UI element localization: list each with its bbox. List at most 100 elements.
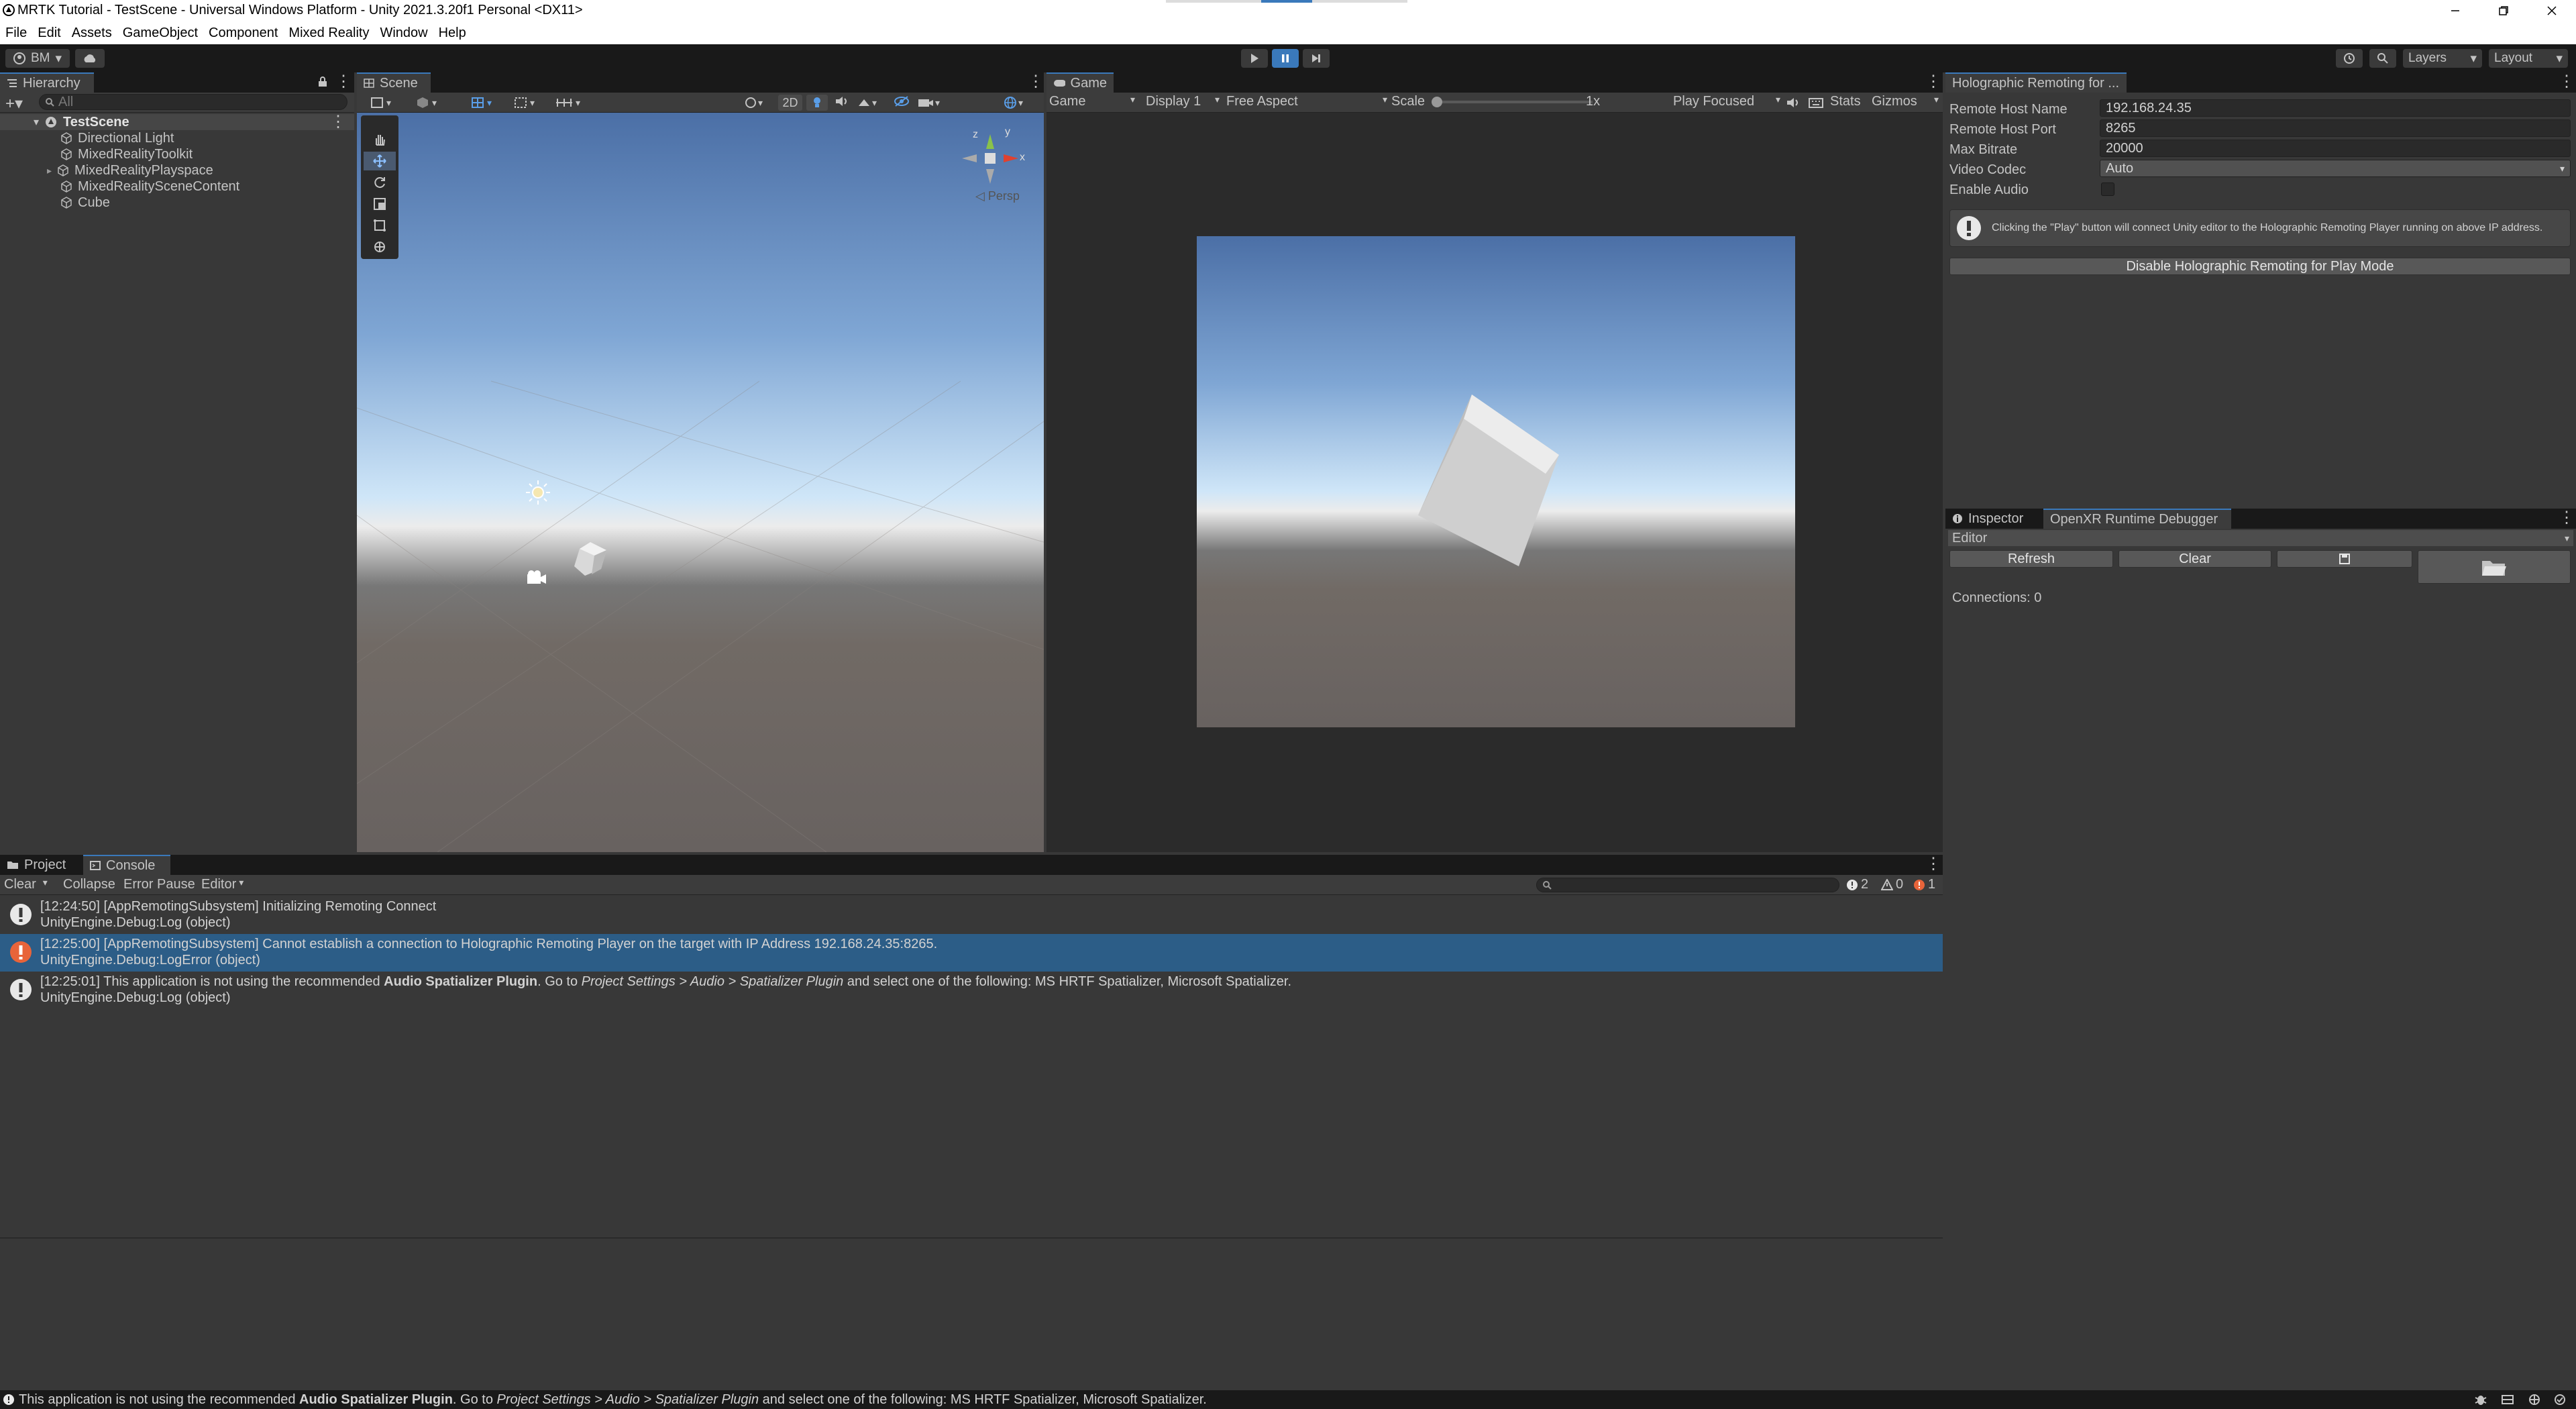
max-bitrate-input[interactable]: 20000 xyxy=(2100,140,2571,157)
lighting-toggle[interactable] xyxy=(806,95,828,111)
more-options-icon[interactable]: ⋮ xyxy=(2559,74,2575,90)
collapse-toggle[interactable]: Collapse xyxy=(63,877,115,892)
menu-assets[interactable]: Assets xyxy=(72,25,112,41)
console-search-input[interactable] xyxy=(1536,878,1839,892)
lock-icon[interactable] xyxy=(318,76,327,87)
hierarchy-item[interactable]: ▸ MixedRealityPlayspace xyxy=(47,162,213,178)
progress-check-icon[interactable] xyxy=(2553,1394,2567,1406)
display-dropdown[interactable]: Display 1 ▾ xyxy=(1146,94,1220,109)
game-mode-dropdown[interactable]: Game ▾ xyxy=(1049,94,1135,109)
rotate-tool-button[interactable] xyxy=(364,173,396,192)
status-bar[interactable]: This application is not using the recomm… xyxy=(0,1390,2576,1409)
cache-icon[interactable] xyxy=(2501,1394,2514,1406)
tab-holographic-remoting[interactable]: Holographic Remoting for ... xyxy=(1945,72,2127,93)
close-window-button[interactable] xyxy=(2528,0,2576,21)
toggle-2d-button[interactable]: 2D xyxy=(778,95,802,111)
tab-openxr-debugger[interactable]: OpenXR Runtime Debugger xyxy=(2043,509,2231,529)
tab-game[interactable]: Game xyxy=(1046,72,1114,93)
log-count-toggle[interactable]: 2 xyxy=(1846,877,1868,892)
clear-button[interactable]: Clear xyxy=(2118,550,2271,568)
expand-arrow-icon[interactable]: ▾ xyxy=(34,115,39,129)
console-log-row[interactable]: [12:24:50] [AppRemotingSubsystem] Initia… xyxy=(0,896,1943,934)
expand-arrow-icon[interactable]: ▸ xyxy=(47,165,52,176)
console-log-row[interactable]: [12:25:01] This application is not using… xyxy=(0,972,1943,1009)
more-options-icon[interactable]: ⋮ xyxy=(1925,74,1941,90)
console-detail-divider[interactable] xyxy=(0,1237,1943,1239)
restore-button[interactable] xyxy=(2479,0,2528,21)
hierarchy-item[interactable]: MixedRealityToolkit xyxy=(60,146,193,162)
hierarchy-search-input[interactable]: All xyxy=(39,94,347,110)
disable-remoting-button[interactable]: Disable Holographic Remoting for Play Mo… xyxy=(1949,258,2571,275)
account-button[interactable]: BM ▾ xyxy=(5,49,70,68)
menu-component[interactable]: Component xyxy=(209,25,278,41)
more-options-icon[interactable]: ⋮ xyxy=(2559,510,2575,526)
hierarchy-item[interactable]: Directional Light xyxy=(60,130,174,146)
network-icon[interactable] xyxy=(2528,1394,2541,1406)
hierarchy-item[interactable]: Cube xyxy=(60,195,110,211)
enable-audio-checkbox[interactable] xyxy=(2101,182,2114,196)
snap-increment-dropdown[interactable]: ▾ xyxy=(514,95,547,110)
camera-gizmo-icon[interactable] xyxy=(525,568,549,586)
console-clear-dropdown[interactable]: Clear ▾ xyxy=(4,877,48,892)
transform-tool-button[interactable] xyxy=(364,238,396,256)
more-options-icon[interactable]: ⋮ xyxy=(1925,856,1941,872)
camera-dropdown[interactable]: ▾ xyxy=(918,95,951,110)
keyboard-icon[interactable] xyxy=(1809,97,1823,109)
rect-tool-button[interactable] xyxy=(364,216,396,235)
layout-dropdown[interactable]: Layout ▾ xyxy=(2489,49,2568,68)
scene-options-icon[interactable]: ⋮ xyxy=(330,114,346,130)
layers-dropdown[interactable]: Layers ▾ xyxy=(2403,49,2482,68)
add-object-button[interactable]: +▾ xyxy=(5,94,23,113)
more-options-icon[interactable]: ⋮ xyxy=(335,74,352,90)
remote-host-name-input[interactable]: 192.168.24.35 xyxy=(2100,99,2571,117)
audio-toggle[interactable] xyxy=(835,95,853,110)
remote-host-port-input[interactable]: 8265 xyxy=(2100,119,2571,137)
bug-icon[interactable] xyxy=(2474,1394,2487,1406)
error-pause-toggle[interactable]: Error Pause xyxy=(123,877,195,892)
gizmos-dropdown[interactable]: Gizmos ▾ xyxy=(1872,94,1939,109)
refresh-button[interactable]: Refresh xyxy=(1949,550,2113,568)
error-count-toggle[interactable]: 1 xyxy=(1913,877,1935,892)
tab-inspector[interactable]: Inspector xyxy=(1945,509,2039,529)
draw-mode-dropdown[interactable]: ▾ xyxy=(370,95,404,110)
video-codec-dropdown[interactable]: Auto ▾ xyxy=(2100,160,2571,177)
scale-slider-thumb[interactable] xyxy=(1432,97,1442,107)
scale-slider[interactable] xyxy=(1434,101,1593,103)
hidden-objects-toggle[interactable] xyxy=(894,95,912,110)
tab-hierarchy[interactable]: Hierarchy xyxy=(0,72,94,93)
more-options-icon[interactable]: ⋮ xyxy=(1028,74,1044,90)
render-mode-dropdown[interactable]: ▾ xyxy=(416,95,449,110)
game-viewport[interactable] xyxy=(1197,236,1795,727)
pause-button[interactable] xyxy=(1272,49,1299,68)
mute-audio-icon[interactable] xyxy=(1786,97,1801,109)
menu-gameobject[interactable]: GameObject xyxy=(123,25,198,41)
scene-viewport[interactable]: y x z ◁ Persp xyxy=(357,113,1044,852)
cube-object[interactable] xyxy=(570,539,610,580)
menu-edit[interactable]: Edit xyxy=(38,25,60,41)
editor-target-dropdown[interactable]: Editor ▾ xyxy=(1948,530,2573,546)
console-log-row-selected[interactable]: [12:25:00] [AppRemotingSubsystem] Cannot… xyxy=(0,934,1943,972)
orientation-dropdown[interactable]: ▾ xyxy=(745,95,774,110)
warning-count-toggle[interactable]: 0 xyxy=(1881,877,1903,892)
tab-console[interactable]: Console xyxy=(83,855,170,875)
console-editor-dropdown[interactable]: Editor ▾ xyxy=(201,877,244,892)
play-button[interactable] xyxy=(1241,49,1268,68)
save-button[interactable] xyxy=(2277,550,2412,568)
step-button[interactable] xyxy=(1303,49,1330,68)
stats-button[interactable]: Stats xyxy=(1830,94,1861,109)
scale-tool-button[interactable] xyxy=(364,195,396,213)
gizmos-dropdown[interactable]: ▾ xyxy=(1004,95,1033,110)
aspect-dropdown[interactable]: Free Aspect ▾ xyxy=(1226,94,1387,109)
move-tool-button[interactable] xyxy=(364,152,396,170)
grid-snap-dropdown[interactable]: ▾ xyxy=(471,95,504,110)
history-button[interactable] xyxy=(2336,49,2363,68)
tab-scene[interactable]: Scene xyxy=(357,72,431,93)
orientation-gizmo[interactable]: y x z ◁ Persp xyxy=(957,126,1030,207)
search-button[interactable] xyxy=(2369,49,2396,68)
menu-mixed-reality[interactable]: Mixed Reality xyxy=(288,25,369,41)
play-focus-dropdown[interactable]: Play Focused ▾ xyxy=(1673,94,1780,109)
menu-file[interactable]: File xyxy=(5,25,27,41)
tab-project[interactable]: Project xyxy=(0,855,80,875)
hierarchy-item[interactable]: MixedRealitySceneContent xyxy=(60,178,239,195)
effects-dropdown[interactable]: ▾ xyxy=(857,95,887,110)
